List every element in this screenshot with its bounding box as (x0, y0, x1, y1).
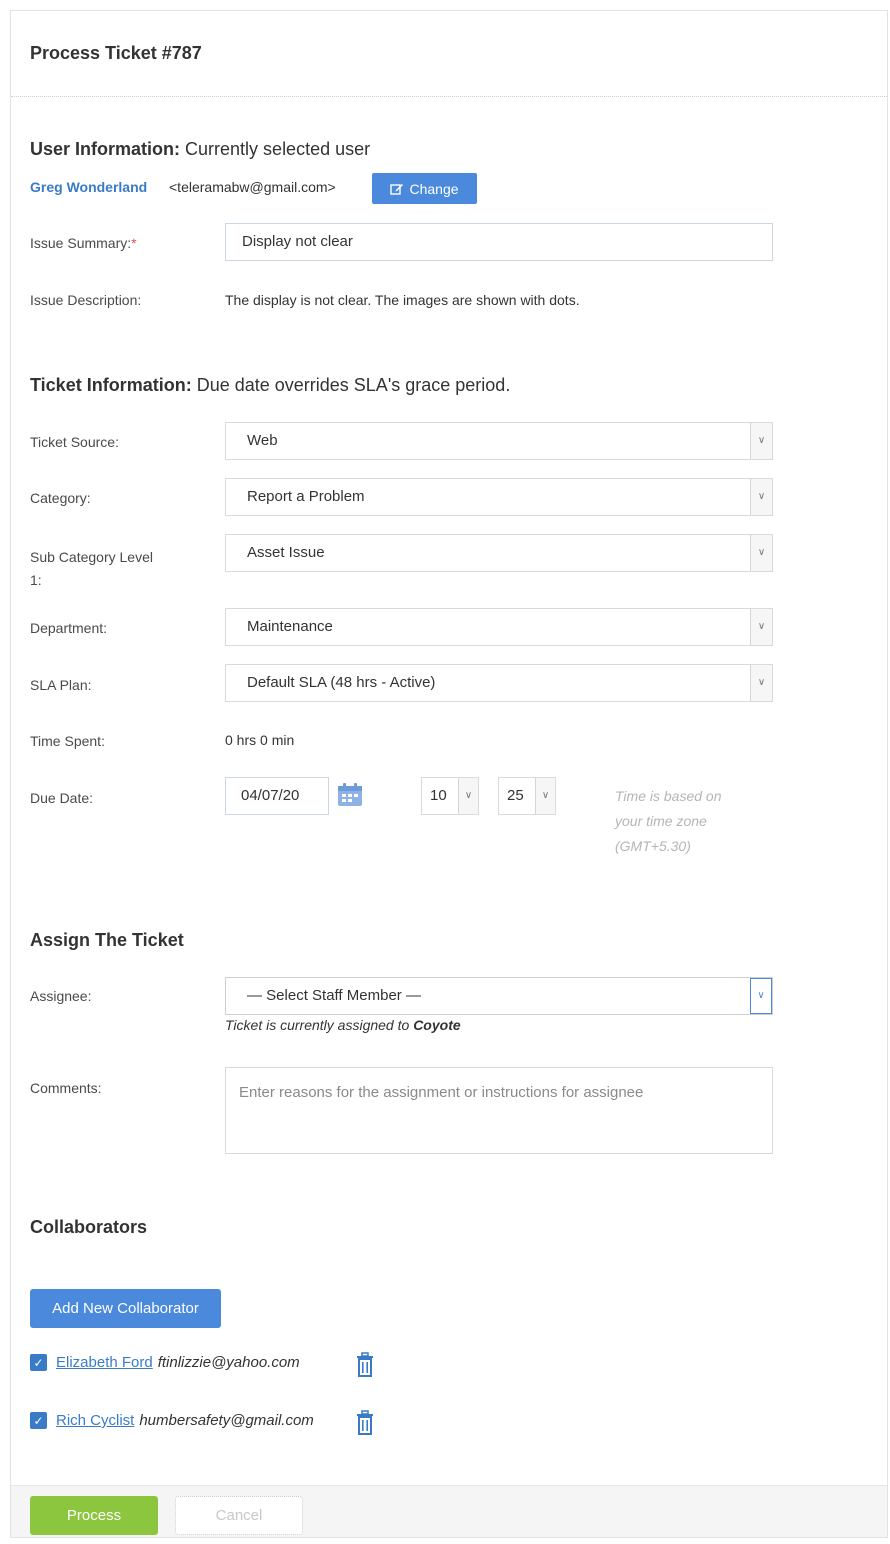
issue-summary-label: Issue Summary:* (30, 235, 137, 251)
sla-plan-select[interactable]: Default SLA (48 hrs - Active) ∨ (225, 664, 773, 702)
collaborator-name[interactable]: Elizabeth Ford (56, 1354, 153, 1371)
assigned-hint-text: Ticket is currently assigned to (225, 1017, 414, 1033)
collaborator-item: ✓ Rich Cyclist humbersafety@gmail.com (30, 1412, 314, 1429)
form-footer: Process Cancel (11, 1485, 887, 1537)
calendar-icon[interactable] (337, 783, 363, 810)
timezone-note-line2: your time zone (615, 813, 707, 829)
assign-heading-label: Assign The Ticket (30, 930, 184, 950)
due-minute-value: 25 (507, 787, 524, 804)
assignee-select[interactable]: — Select Staff Member — ∨ (225, 977, 773, 1015)
chevron-down-icon: ∨ (750, 479, 772, 515)
category-value: Report a Problem (247, 488, 365, 505)
edit-icon (390, 183, 404, 195)
change-user-label: Change (409, 180, 459, 197)
chevron-down-icon: ∨ (750, 423, 772, 459)
ticket-info-heading-label: Ticket Information: (30, 375, 192, 395)
issue-description-label: Issue Description: (30, 292, 142, 308)
trash-icon[interactable] (354, 1352, 376, 1381)
due-hour-value: 10 (430, 787, 447, 804)
chevron-down-icon: ∨ (458, 778, 478, 814)
subcategory-label: Sub Category Level 1: (30, 546, 153, 592)
user-info-heading-label: User Information: (30, 139, 181, 159)
timezone-note-line3: (GMT+5.30) (615, 838, 691, 854)
process-button[interactable]: Process (30, 1496, 158, 1535)
category-label: Category: (30, 490, 91, 506)
user-info-heading: User Information: Currently selected use… (30, 139, 370, 160)
department-select[interactable]: Maintenance ∨ (225, 608, 773, 646)
due-date-label: Due Date: (30, 790, 94, 806)
sla-plan-label: SLA Plan: (30, 677, 92, 693)
assigned-to-name: Coyote (413, 1017, 461, 1033)
chevron-down-icon: ∨ (750, 665, 772, 701)
ticket-info-heading: Ticket Information: Due date overrides S… (30, 375, 510, 396)
subcategory-select[interactable]: Asset Issue ∨ (225, 534, 773, 572)
process-ticket-panel: Process Ticket #787 User Information: Cu… (10, 10, 888, 1538)
assigned-hint: Ticket is currently assigned to Coyote (225, 1017, 461, 1033)
issue-summary-input[interactable]: Display not clear (225, 223, 773, 261)
department-label: Department: (30, 620, 108, 636)
timezone-note: Time is based on your time zone (GMT+5.3… (615, 784, 721, 859)
due-hour-select[interactable]: 10 ∨ (421, 777, 479, 815)
assignee-label: Assignee: (30, 988, 92, 1004)
selected-user-email: <teleramabw@gmail.com> (169, 179, 336, 195)
collaborator-email: ftinlizzie@yahoo.com (157, 1354, 300, 1371)
comments-textarea[interactable]: Enter reasons for the assignment or inst… (225, 1067, 773, 1154)
chevron-down-icon: ∨ (750, 978, 772, 1014)
add-collaborator-button[interactable]: Add New Collaborator (30, 1289, 221, 1328)
subcategory-label-line1: Sub Category Level (30, 549, 153, 565)
ticket-source-label: Ticket Source: (30, 434, 119, 450)
collaborator-name[interactable]: Rich Cyclist (56, 1412, 134, 1429)
collaborators-heading: Collaborators (30, 1217, 147, 1238)
sla-plan-value: Default SLA (48 hrs - Active) (247, 674, 436, 691)
subcategory-value: Asset Issue (247, 544, 325, 561)
chevron-down-icon: ∨ (535, 778, 555, 814)
time-spent-label: Time Spent: (30, 733, 105, 749)
selected-user-link[interactable]: Greg Wonderland (30, 179, 147, 195)
subcategory-label-line2: 1: (30, 572, 42, 588)
page-title: Process Ticket #787 (30, 43, 202, 63)
due-minute-select[interactable]: 25 ∨ (498, 777, 556, 815)
ticket-info-heading-sub: Due date overrides SLA's grace period. (196, 375, 511, 395)
ticket-source-select[interactable]: Web ∨ (225, 422, 773, 460)
collaborators-heading-label: Collaborators (30, 1217, 148, 1237)
due-date-input[interactable]: 04/07/20 (225, 777, 329, 815)
chevron-down-icon: ∨ (750, 535, 772, 571)
assignee-value: — Select Staff Member — (247, 987, 421, 1004)
collaborator-checkbox[interactable]: ✓ (30, 1354, 47, 1371)
issue-summary-label-text: Issue Summary: (30, 235, 132, 251)
required-mark: * (131, 235, 137, 251)
assign-heading: Assign The Ticket (30, 930, 184, 951)
collaborator-item: ✓ Elizabeth Ford ftinlizzie@yahoo.com (30, 1354, 300, 1371)
user-info-heading-sub: Currently selected user (185, 139, 371, 159)
department-value: Maintenance (247, 618, 333, 635)
comments-label: Comments: (30, 1080, 102, 1096)
collaborator-checkbox[interactable]: ✓ (30, 1412, 47, 1429)
timezone-note-line1: Time is based on (615, 788, 722, 804)
trash-icon[interactable] (354, 1410, 376, 1439)
cancel-button[interactable]: Cancel (175, 1496, 303, 1535)
chevron-down-icon: ∨ (750, 609, 772, 645)
time-spent-value: 0 hrs 0 min (225, 732, 295, 748)
issue-description-value: The display is not clear. The images are… (225, 292, 580, 308)
category-select[interactable]: Report a Problem ∨ (225, 478, 773, 516)
change-user-button[interactable]: Change (372, 173, 477, 204)
panel-header: Process Ticket #787 (11, 11, 887, 97)
collaborator-email: humbersafety@gmail.com (139, 1412, 314, 1429)
ticket-source-value: Web (247, 432, 278, 449)
